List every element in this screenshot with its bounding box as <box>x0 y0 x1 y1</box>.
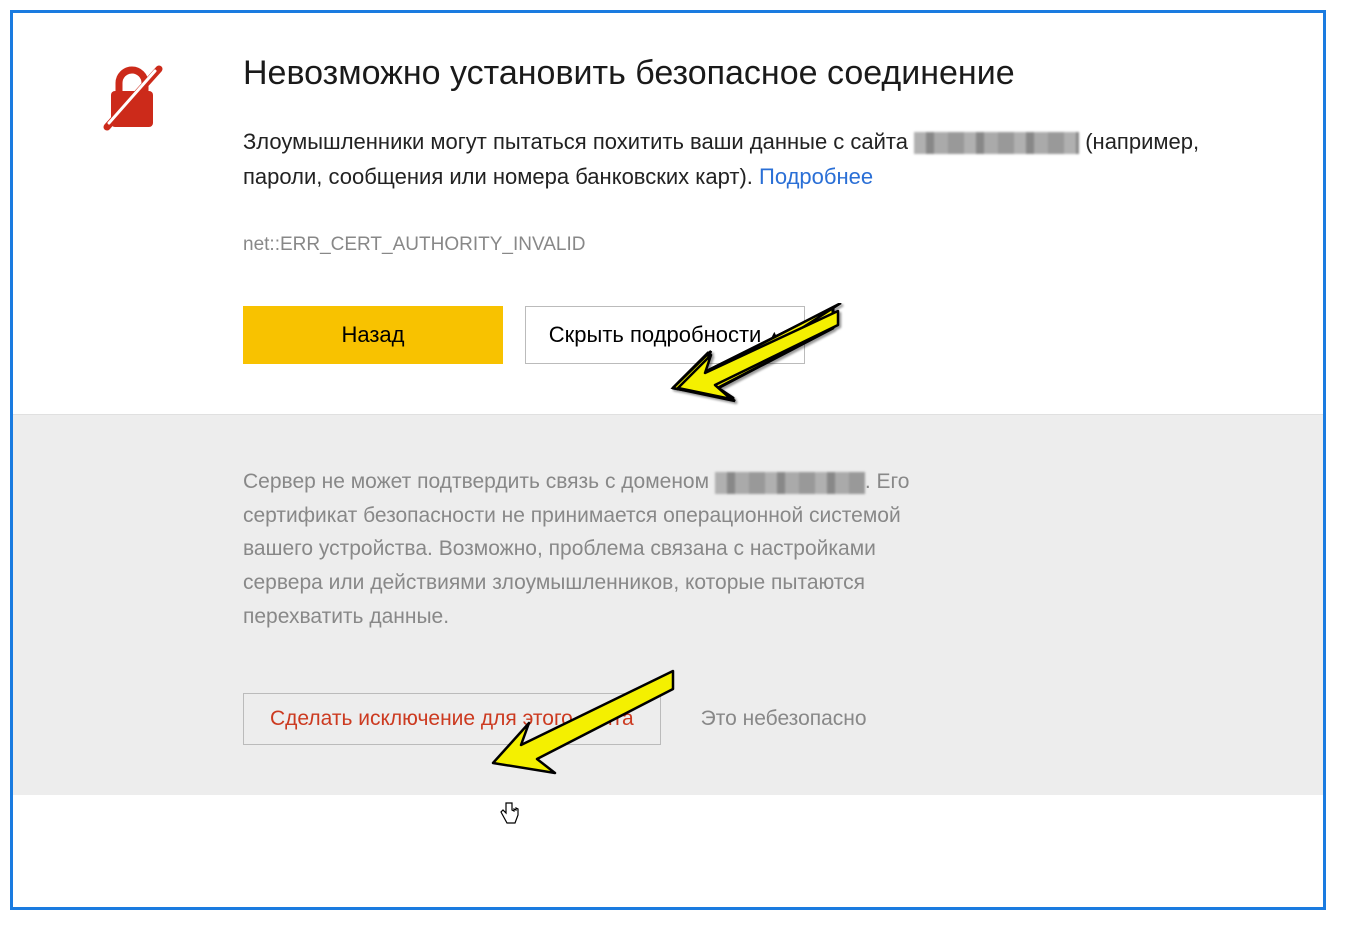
details-text: Сервер не может подтвердить связь с доме… <box>243 465 923 633</box>
details-section: Сервер не может подтвердить связь с доме… <box>13 414 1323 795</box>
error-code: net::ERR_CERT_AUTHORITY_INVALID <box>243 234 1233 256</box>
back-button[interactable]: Назад <box>243 306 503 364</box>
error-frame: Невозможно установить безопасное соедине… <box>10 10 1326 910</box>
content-column: Невозможно установить безопасное соедине… <box>203 53 1233 364</box>
redacted-domain-details <box>715 472 865 494</box>
hide-details-button[interactable]: Скрыть подробности ▲ <box>525 306 805 364</box>
warning-text-before: Злоумышленники могут пытаться похитить в… <box>243 129 914 154</box>
icon-column <box>103 53 203 364</box>
page-title: Невозможно установить безопасное соедине… <box>243 53 1233 94</box>
learn-more-link[interactable]: Подробнее <box>759 164 873 189</box>
insecure-lock-icon <box>103 63 163 133</box>
cursor-hand-icon <box>498 801 520 827</box>
warning-text: Злоумышленники могут пытаться похитить в… <box>243 124 1233 194</box>
bottom-row: Сделать исключение для этого сайта Это н… <box>243 693 1233 745</box>
redacted-domain <box>914 132 1079 154</box>
top-section: Невозможно установить безопасное соедине… <box>13 13 1323 414</box>
triangle-up-icon: ▲ <box>767 327 781 343</box>
hide-details-label: Скрыть подробности <box>549 322 762 348</box>
button-row: Назад Скрыть подробности ▲ <box>243 306 1233 364</box>
make-exception-button[interactable]: Сделать исключение для этого сайта <box>243 693 661 745</box>
details-text-before: Сервер не может подтвердить связь с доме… <box>243 470 715 493</box>
details-text-after: . Его сертификат безопасности не принима… <box>243 470 909 627</box>
unsafe-label: Это небезопасно <box>701 707 867 731</box>
